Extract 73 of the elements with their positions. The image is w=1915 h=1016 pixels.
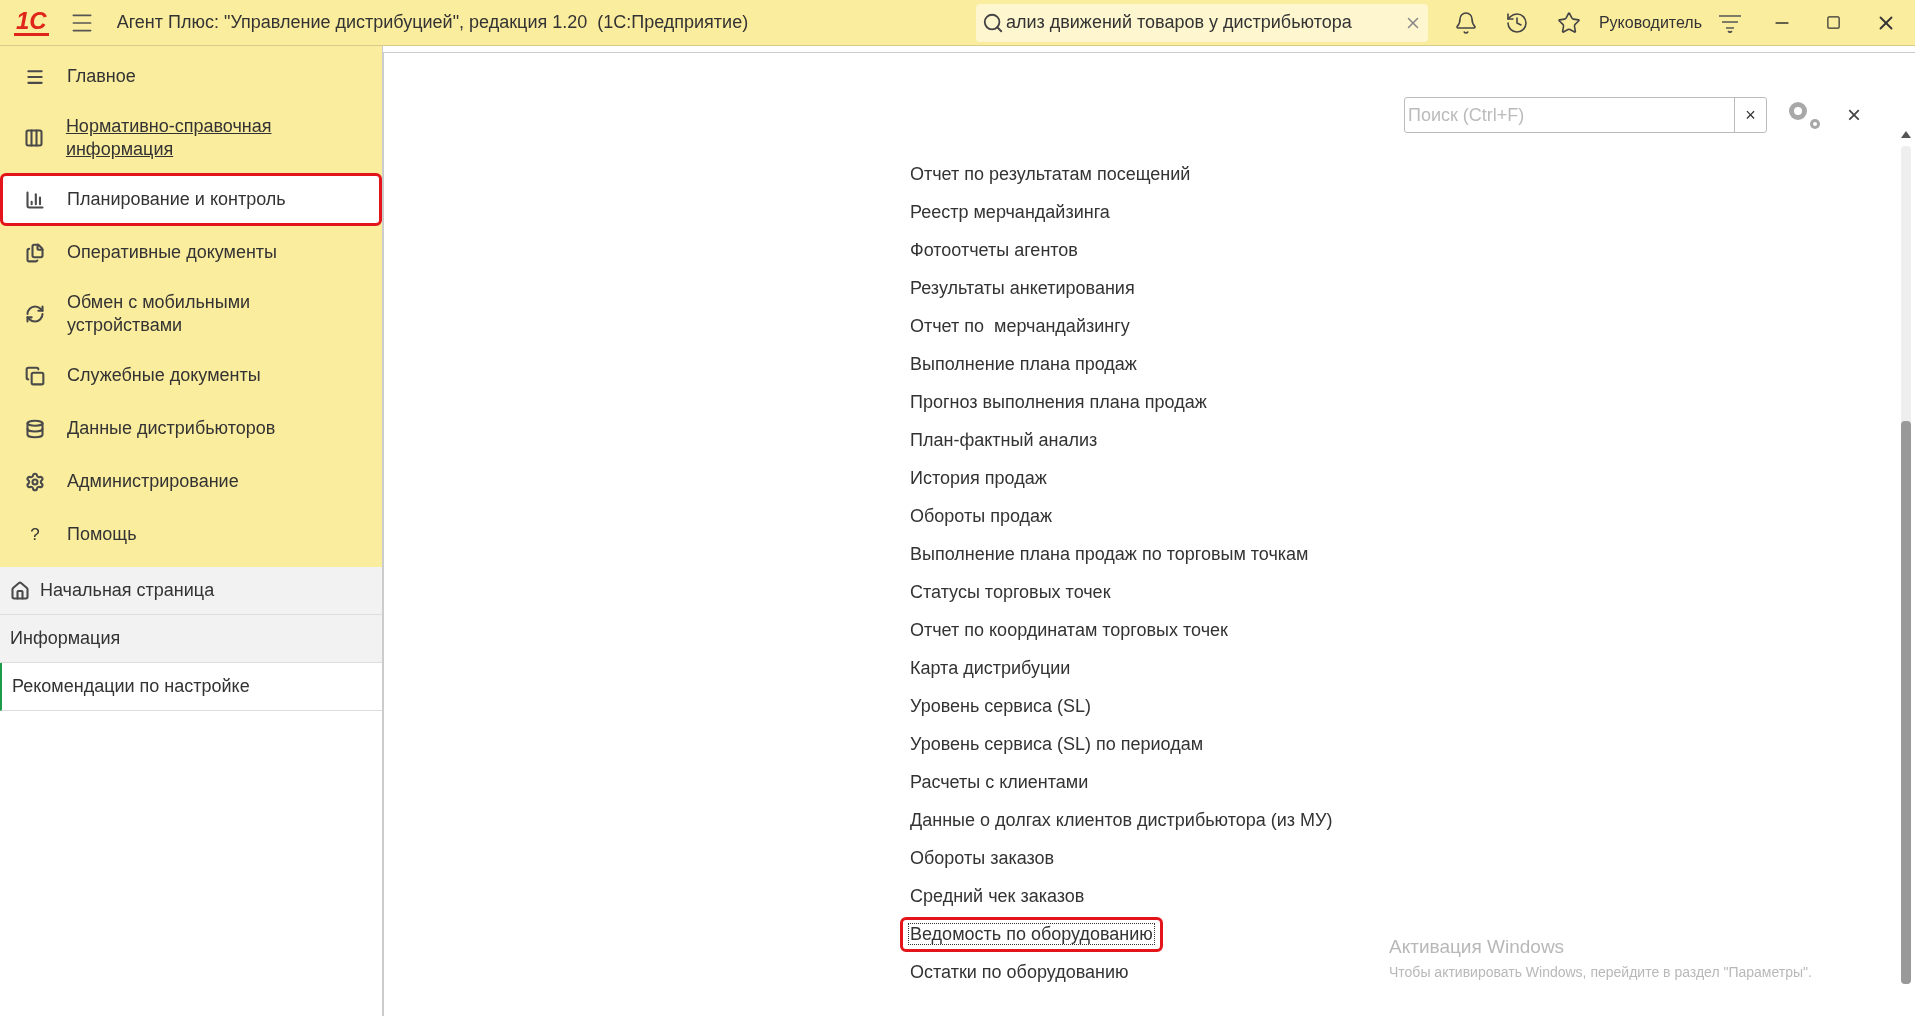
report-link[interactable]: Расчеты с клиентами	[900, 764, 1099, 800]
section-item[interactable]: Данные дистрибьюторов	[0, 402, 382, 455]
star-icon[interactable]	[1556, 10, 1581, 35]
search-value: ализ движений товаров у дистрибьютора	[1005, 11, 1353, 34]
section-item[interactable]: Обмен с мобильными устройствами	[0, 279, 382, 349]
report-link[interactable]: Реестр мерчандайзинга	[900, 194, 1120, 230]
report-link[interactable]: История продаж	[900, 460, 1057, 496]
section-item[interactable]: Планирование и контроль	[0, 173, 382, 226]
report-link[interactable]: План-фактный анализ	[900, 422, 1108, 458]
report-link[interactable]: Отчет по результатам посещений	[900, 156, 1201, 192]
documents-icon	[25, 242, 45, 263]
report-link[interactable]: Выполнение плана продаж	[900, 346, 1147, 382]
page-label: Начальная страница	[40, 579, 215, 602]
report-link[interactable]: Выполнение плана продаж по торговым точкам	[900, 536, 1319, 572]
search-icon	[981, 11, 1004, 34]
global-search-field[interactable]: ализ движений товаров у дистрибьютора	[975, 3, 1428, 42]
section-item[interactable]: ? Помощь	[0, 508, 382, 561]
sync-icon	[24, 304, 45, 324]
clear-search-button[interactable]: ×	[1734, 98, 1766, 132]
logo: 1С	[14, 9, 49, 36]
report-link[interactable]: Данные о долгах клиентов дистрибьютора (из МУ)	[900, 802, 1343, 838]
columns-icon	[24, 128, 45, 148]
report-link[interactable]: Статусы торговых точек	[900, 574, 1121, 610]
section-label: Данные дистрибьюторов	[67, 417, 276, 440]
report-link[interactable]: Фотоотчеты агентов	[900, 232, 1088, 268]
section-label: Оперативные документы	[67, 241, 278, 264]
report-link[interactable]: Уровень сервиса (SL)	[900, 688, 1101, 724]
scroll-up-icon[interactable]	[1901, 131, 1911, 138]
restore-icon[interactable]	[1826, 15, 1841, 30]
scroll-thumb[interactable]	[1901, 421, 1911, 984]
activation-text: Чтобы активировать Windows, перейдите в раздел "Параметры".	[1389, 962, 1812, 982]
section-label: Служебные документы	[67, 364, 261, 387]
database-icon	[25, 418, 45, 439]
section-item[interactable]: Администрирование	[0, 455, 382, 508]
section-label: Главное	[67, 65, 136, 88]
section-item[interactable]: Нормативно-справочная информация	[0, 103, 382, 173]
report-link[interactable]: Обороты продаж	[900, 498, 1063, 534]
home-icon	[10, 580, 30, 601]
section-label: Администрирование	[67, 470, 239, 493]
page-label: Информация	[10, 627, 121, 650]
section-label: Помощь	[67, 523, 137, 546]
window-title: Агент Плюс: "Управление дистрибуцией", редакция 1.20 (1С:Предприятие)	[116, 11, 749, 34]
section-label: Планирование и контроль	[67, 188, 286, 211]
report-link[interactable]: Отчет по координатам торговых точек	[900, 612, 1238, 648]
history-icon[interactable]	[1504, 10, 1529, 35]
report-link[interactable]: Уровень сервиса (SL) по периодам	[900, 726, 1214, 762]
chart-icon	[25, 189, 45, 210]
report-link[interactable]: Ведомость по оборудованию	[900, 916, 1163, 952]
page-tab[interactable]: Начальная страница	[0, 567, 382, 615]
report-link[interactable]: Обороты заказов	[900, 840, 1065, 876]
search-placeholder: Поиск (Ctrl+F)	[1407, 104, 1526, 127]
filter-icon[interactable]	[1718, 12, 1742, 33]
activation-title: Активация Windows	[1389, 935, 1566, 959]
report-link[interactable]: Карта дистрибуции	[900, 650, 1081, 686]
report-link[interactable]: Результаты анкетирования	[900, 270, 1145, 306]
search-field[interactable]: Поиск (Ctrl+F) ×	[1404, 97, 1767, 133]
close-button[interactable]: ×	[1847, 97, 1861, 133]
page-tab[interactable]: Информация	[0, 615, 382, 663]
section-label: Обмен с мобильными устройствами	[66, 291, 252, 337]
help-icon: ?	[24, 521, 46, 548]
section-item[interactable]: Оперативные документы	[0, 226, 382, 279]
report-link[interactable]: Отчет по мерчандайзингу	[900, 308, 1140, 344]
report-link[interactable]: Остатки по оборудованию	[900, 954, 1139, 990]
page-label: Рекомендации по настройке	[12, 675, 250, 698]
section-item[interactable]: Служебные документы	[0, 349, 382, 402]
report-link[interactable]: Прогноз выполнения плана продаж	[900, 384, 1217, 420]
copy-icon	[25, 365, 45, 386]
section-item[interactable]: Главное	[0, 50, 382, 103]
report-link[interactable]: Средний чек заказов	[900, 878, 1095, 914]
page-tab[interactable]: Рекомендации по настройке	[0, 663, 382, 711]
user-name[interactable]: Руководитель	[1598, 10, 1702, 35]
section-label: Нормативно-справочная информация	[65, 115, 273, 161]
bell-icon[interactable]	[1453, 10, 1478, 35]
